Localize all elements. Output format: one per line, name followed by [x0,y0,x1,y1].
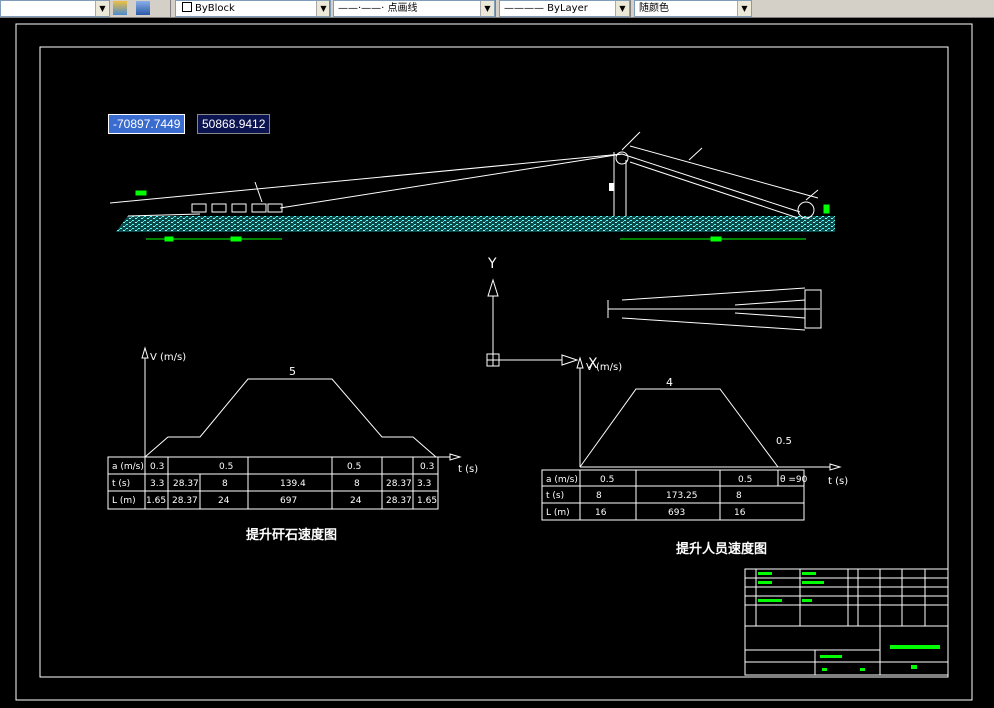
chevron-down-icon[interactable]: ▼ [480,1,494,16]
chart1-peak: 5 [289,365,296,378]
chevron-down-icon[interactable]: ▼ [95,1,109,16]
chart2-title: 提升人员速度图 [676,542,768,557]
chart2-lines [576,356,842,471]
toolbar-separator [329,0,330,17]
headframe-marker [609,183,614,191]
svg-text:28.37: 28.37 [386,479,412,489]
svg-text:28.37: 28.37 [173,479,199,489]
svg-text:t (s): t (s) [546,491,564,501]
chart2-side: 0.5 [776,436,792,447]
svg-text:8: 8 [736,491,742,501]
hoist-cables [109,145,819,219]
line-style-label: ——·——· 点画线 [338,3,418,14]
svg-text:697: 697 [280,496,297,506]
table2-cells: a (m/s) 0.5 0.5 θ =90 t (s) 8 173.25 8 L… [546,475,808,518]
svg-text:8: 8 [596,491,602,501]
svg-text:28.37: 28.37 [172,496,198,506]
linetype-combo[interactable]: ByBlock ▼ [175,0,331,17]
mine-cars [191,181,283,213]
coordinate-y-input[interactable]: 50868.9412 [197,114,271,134]
ucs-icon [486,278,579,367]
ucs-y-label: Y [487,256,497,272]
svg-text:0.5: 0.5 [347,462,361,472]
svg-text:24: 24 [218,496,230,506]
svg-text:693: 693 [668,508,685,518]
svg-text:28.37: 28.37 [386,496,412,506]
svg-text:t (s): t (s) [112,479,130,489]
chevron-down-icon[interactable]: ▼ [316,1,330,16]
svg-text:3.3: 3.3 [417,479,431,489]
layer-stack-icon[interactable] [113,1,127,15]
chart1-xaxis: t (s) [458,464,478,475]
color-label: 随颜色 [639,3,669,14]
lineweight-label: ———— ByLayer [504,3,588,14]
svg-text:a (m/s): a (m/s) [546,475,578,485]
svg-text:0.5: 0.5 [600,475,614,485]
svg-text:0.3: 0.3 [150,462,164,472]
toolbar-separator [170,0,171,17]
color-combo[interactable]: 随颜色 ▼ [634,0,752,17]
coordinate-x-input[interactable]: -70897.7449 [108,114,186,134]
line-style-combo[interactable]: ——·——· 点画线 ▼ [333,0,495,17]
plan-view [607,287,822,331]
chevron-down-icon[interactable]: ▼ [737,1,751,16]
chart2-peak: 4 [666,376,673,389]
title-block [744,568,949,676]
svg-text:a (m/s): a (m/s) [112,462,144,472]
svg-text:173.25: 173.25 [666,491,698,501]
svg-text:3.3: 3.3 [150,479,164,489]
svg-text:0.3: 0.3 [420,462,434,472]
ground-strip [116,216,835,232]
svg-text:139.4: 139.4 [280,479,306,489]
layer-states-icon[interactable] [136,1,150,15]
svg-text:0.5: 0.5 [219,462,233,472]
table1-cells: a (m/s) 0.3 0.5 0.5 0.3 t (s) 3.3 28.37 … [112,462,437,506]
chart2-xaxis: t (s) [828,476,848,487]
svg-text:L (m): L (m) [112,496,136,506]
chart1-title: 提升矸石速度图 [246,528,338,543]
linetype-label: ByBlock [195,3,235,14]
svg-text:L (m): L (m) [546,508,570,518]
svg-text:0.5: 0.5 [738,475,752,485]
svg-text:1.65: 1.65 [417,496,437,506]
svg-text:16: 16 [734,508,746,518]
toolbar-separator [630,0,631,17]
svg-text:1.65: 1.65 [146,496,166,506]
headframe [613,131,819,219]
drawing-canvas[interactable]: Y X V (m/s) t (s) 5 a (m/s) 0.3 0.5 0.5 … [0,18,994,708]
svg-text:θ =90: θ =90 [780,475,808,485]
chart2-yaxis: V (m/s) [586,362,622,373]
properties-toolbar: ▼ ByBlock ▼ ——·——· 点画线 ▼ ———— ByLayer ▼ … [0,0,994,18]
lineweight-combo[interactable]: ———— ByLayer ▼ [499,0,630,17]
svg-text:8: 8 [354,479,360,489]
layer-combo[interactable]: ▼ [0,0,110,17]
svg-text:24: 24 [350,496,362,506]
chart1-yaxis: V (m/s) [150,352,186,363]
svg-text:8: 8 [222,479,228,489]
chevron-down-icon[interactable]: ▼ [615,1,629,16]
toolbar-separator [495,0,496,17]
chart1-lines [141,346,462,461]
svg-text:16: 16 [595,508,607,518]
checkbox-icon [182,2,192,12]
